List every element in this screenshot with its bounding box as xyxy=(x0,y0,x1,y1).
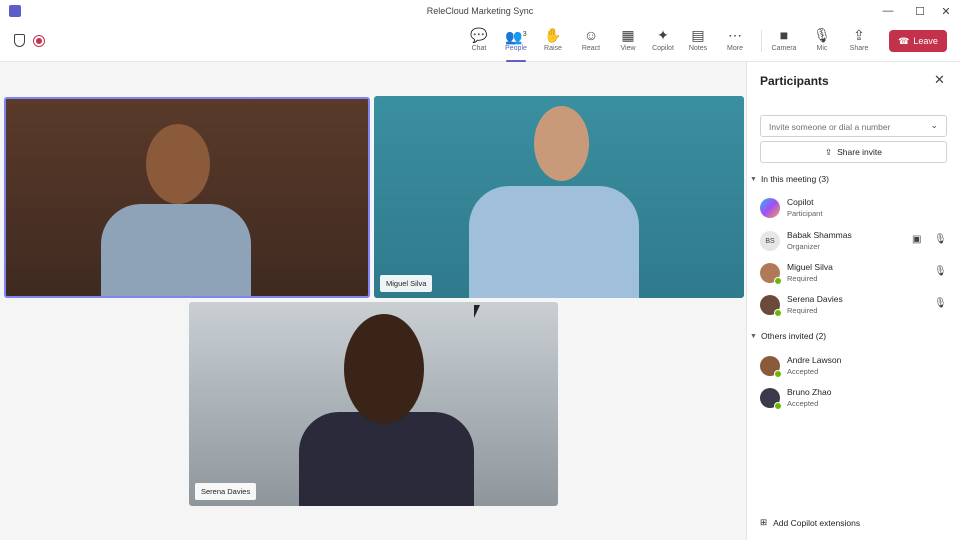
participant-video xyxy=(469,186,639,298)
tile-name-label: Serena Davies xyxy=(195,483,257,500)
video-tile-serena[interactable]: Serena Davies xyxy=(189,302,558,506)
avatar xyxy=(760,263,782,285)
caret-down-icon: ▼ xyxy=(750,175,757,183)
notes-button[interactable]: ▤ Notes xyxy=(680,26,716,58)
participant-row-miguel[interactable]: Miguel Silva Required 🎙 xyxy=(760,261,950,289)
people-icon: 👥3 xyxy=(505,28,527,45)
avatar xyxy=(760,356,782,378)
share-invite-button[interactable]: ⇪ Share invite xyxy=(760,141,947,163)
share-icon: ⇪ xyxy=(824,146,833,157)
mic-icon: 🎙 xyxy=(813,27,831,43)
caret-down-icon: ▼ xyxy=(750,332,757,340)
video-tile-miguel[interactable]: Miguel Silva xyxy=(374,96,744,298)
close-icon[interactable]: ✕ xyxy=(934,72,945,88)
chat-button[interactable]: 💬 Chat xyxy=(461,26,497,58)
share-icon: ⇪ xyxy=(853,27,865,43)
participant-row-babak[interactable]: BS Babak Shammas Organizer ▣ 🎙 xyxy=(760,229,950,257)
participant-video xyxy=(101,204,251,296)
video-tile-babak[interactable] xyxy=(4,97,370,298)
presence-available-icon xyxy=(774,402,782,410)
view-button[interactable]: ▦ View xyxy=(610,26,646,58)
avatar xyxy=(760,388,782,410)
mic-icon[interactable]: 🎙 xyxy=(934,298,947,309)
presence-available-icon xyxy=(774,370,782,378)
close-window-button[interactable]: ✕ xyxy=(934,0,958,22)
maximize-button[interactable]: ☐ xyxy=(908,0,932,22)
people-button[interactable]: 👥3 People xyxy=(498,26,534,62)
copilot-button[interactable]: ✦ Copilot xyxy=(645,26,681,58)
raise-hand-button[interactable]: ✋ Raise xyxy=(535,26,571,58)
share-button[interactable]: ⇪ Share xyxy=(841,26,877,58)
camera-button[interactable]: ■ Camera xyxy=(766,26,802,58)
smiley-icon: ☺ xyxy=(583,27,599,43)
avatar xyxy=(760,295,782,317)
mouse-cursor-icon xyxy=(474,305,480,318)
toolbar-divider xyxy=(761,30,762,52)
recording-icon[interactable] xyxy=(33,34,45,47)
phone-hangup-icon: ☎ xyxy=(898,35,910,46)
tile-name-label: Miguel Silva xyxy=(380,275,433,292)
others-invited-section-header[interactable]: ▼ Others invited (2) xyxy=(750,331,826,341)
mic-icon[interactable]: 🎙 xyxy=(934,234,947,245)
camera-icon: ■ xyxy=(779,27,789,43)
invite-input[interactable]: Invite someone or dial a number ⌄ xyxy=(760,115,947,137)
extension-icon: ⊞ xyxy=(760,517,768,527)
grid-icon: ▦ xyxy=(621,27,635,43)
title-bar: ReleCloud Marketing Sync — ☐ ✕ xyxy=(0,0,960,22)
chevron-down-icon[interactable]: ⌄ xyxy=(930,120,938,131)
notes-icon: ▤ xyxy=(691,27,705,43)
minimize-button[interactable]: — xyxy=(876,0,900,22)
hand-icon: ✋ xyxy=(544,27,562,43)
participant-video xyxy=(299,412,474,506)
more-button[interactable]: ⋯ More xyxy=(717,26,753,58)
mic-icon[interactable]: 🎙 xyxy=(934,266,947,277)
copilot-icon xyxy=(760,198,780,218)
shield-icon[interactable] xyxy=(14,34,25,47)
add-copilot-extensions-button[interactable]: ⊞ Add Copilot extensions xyxy=(760,517,860,528)
participant-row-andre[interactable]: Andre Lawson Accepted xyxy=(760,354,950,382)
window-title: ReleCloud Marketing Sync xyxy=(426,6,534,16)
copilot-icon: ✦ xyxy=(657,27,669,43)
participant-row-bruno[interactable]: Bruno Zhao Accepted xyxy=(760,386,950,414)
panel-title: Participants xyxy=(760,74,829,88)
ellipsis-icon: ⋯ xyxy=(728,27,742,43)
avatar: BS xyxy=(760,231,780,251)
teams-logo-icon xyxy=(9,5,21,17)
chat-icon: 💬 xyxy=(470,27,488,43)
leave-button[interactable]: ☎ Leave xyxy=(889,30,947,52)
presence-available-icon xyxy=(774,309,782,317)
participants-panel: Participants ✕ Invite someone or dial a … xyxy=(746,62,960,540)
video-stage: Miguel Silva Serena Davies xyxy=(0,62,746,540)
presence-available-icon xyxy=(774,277,782,285)
react-button[interactable]: ☺ React xyxy=(573,26,609,58)
in-meeting-section-header[interactable]: ▼ In this meeting (3) xyxy=(750,174,829,184)
screen-share-icon: ▣ xyxy=(912,234,922,245)
meeting-toolbar: 💬 Chat 👥3 People ✋ Raise ☺ React ▦ View … xyxy=(0,22,960,62)
mic-button[interactable]: 🎙 Mic xyxy=(804,26,840,58)
participant-row-serena[interactable]: Serena Davies Required 🎙 xyxy=(760,293,950,321)
participant-row-copilot[interactable]: Copilot Participant xyxy=(760,196,950,224)
